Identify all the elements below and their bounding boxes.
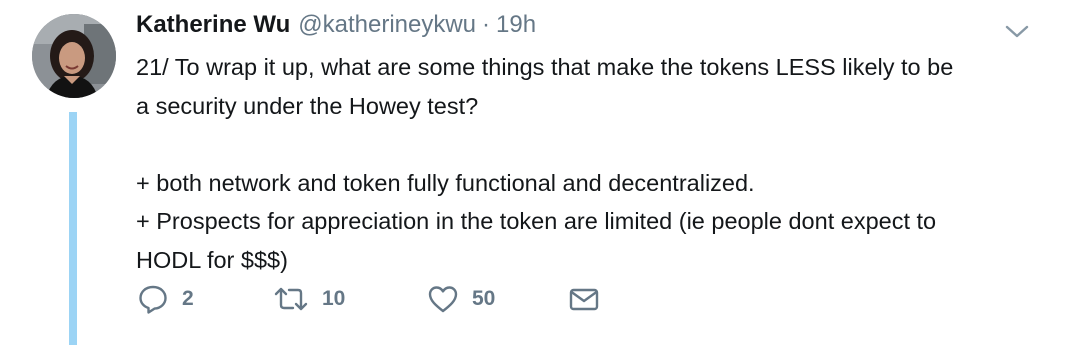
envelope-icon bbox=[569, 288, 599, 311]
heart-icon bbox=[428, 286, 458, 313]
thread-connector-line bbox=[69, 112, 77, 345]
more-options-button[interactable] bbox=[1002, 20, 1032, 42]
header-separator: · bbox=[482, 11, 491, 38]
retweet-count: 10 bbox=[322, 287, 346, 310]
avatar[interactable] bbox=[32, 14, 116, 98]
tweet-text-line: 21/ To wrap it up, what are some things … bbox=[136, 54, 954, 80]
tweet-text: 21/ To wrap it up, what are some things … bbox=[136, 48, 1036, 279]
like-count: 50 bbox=[472, 287, 496, 310]
tweet[interactable]: Katherine Wu @katherineykwu · 19h 21/ To… bbox=[0, 0, 1080, 345]
tweet-text-blank-line bbox=[136, 125, 1036, 164]
reply-count: 2 bbox=[182, 287, 194, 310]
reply-icon bbox=[139, 285, 167, 314]
tweet-text-line: a security under the Howey test? bbox=[136, 92, 479, 119]
retweet-icon bbox=[274, 287, 308, 311]
tweet-text-line: + both network and token fully functiona… bbox=[136, 169, 755, 196]
tweet-header: Katherine Wu @katherineykwu · 19h bbox=[136, 8, 536, 42]
tweet-timestamp[interactable]: 19h bbox=[496, 8, 536, 42]
reply-button[interactable]: 2 bbox=[136, 282, 194, 316]
chevron-down-icon bbox=[1005, 25, 1029, 38]
tweet-text-line: + Prospects for appreciation in the toke… bbox=[136, 208, 937, 234]
avatar-photo bbox=[32, 14, 116, 98]
author-name[interactable]: Katherine Wu bbox=[136, 8, 290, 42]
retweet-button[interactable]: 10 bbox=[272, 282, 345, 316]
like-button[interactable]: 50 bbox=[426, 282, 495, 316]
author-handle[interactable]: @katherineykwu bbox=[298, 8, 476, 42]
direct-message-button[interactable] bbox=[568, 282, 600, 316]
tweet-text-line: HODL for $$$) bbox=[136, 246, 288, 273]
